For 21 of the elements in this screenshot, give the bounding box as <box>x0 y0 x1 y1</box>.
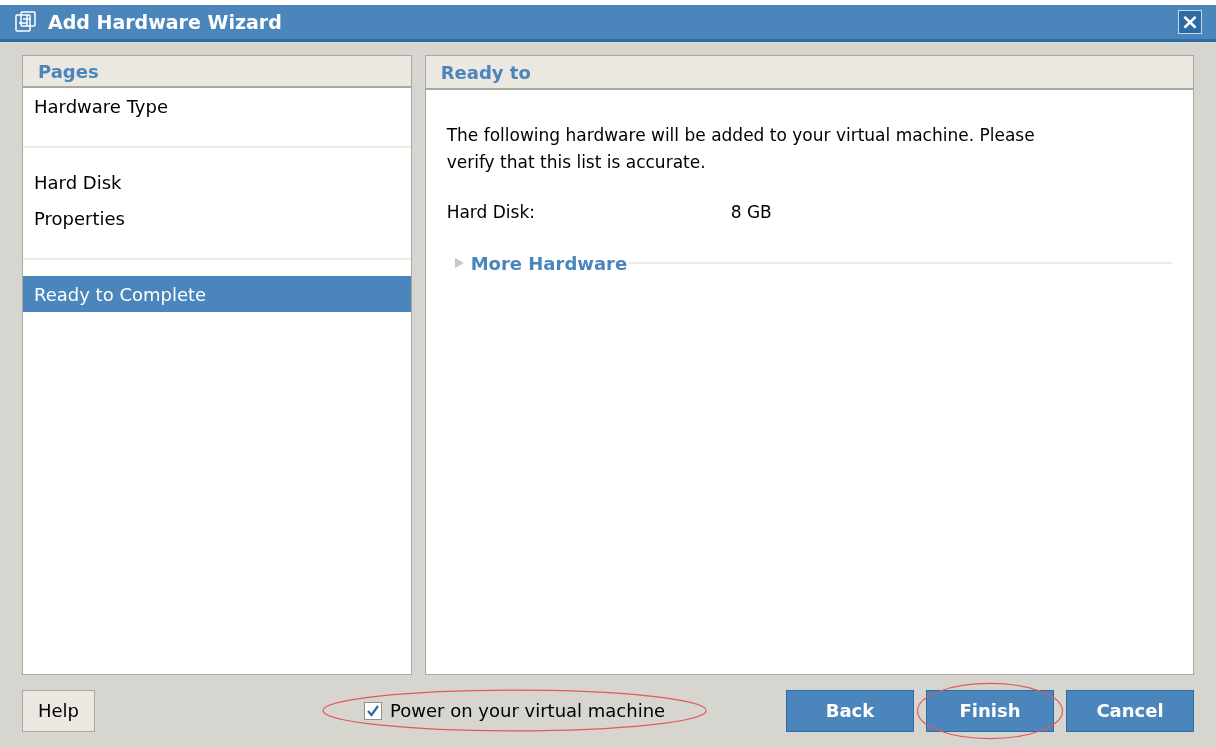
page-item[interactable]: Properties <box>23 200 411 236</box>
page-item[interactable]: Ready to Complete <box>23 276 411 312</box>
dialog-button[interactable]: Cancel <box>1066 689 1194 732</box>
more-hardware-toggle[interactable]: More Hardware <box>452 249 628 277</box>
window-icon <box>14 10 38 34</box>
page-item[interactable]: Hardware Type <box>23 88 411 124</box>
checkmark-icon <box>366 703 381 718</box>
power-on-label: Power on your virtual machine <box>390 699 666 723</box>
pages-heading: Pages <box>38 60 99 84</box>
checkbox[interactable] <box>364 701 383 720</box>
hardware-label: Hard Disk: <box>446 201 536 224</box>
window-title: Add Hardware Wizard <box>48 9 283 35</box>
dialog-button[interactable]: Finish <box>926 689 1054 732</box>
hardware-value: 8 GB <box>730 201 772 224</box>
intro-text: The following hardware will be added to your virtual machine. Please verify that this list is accurate. <box>446 124 1036 174</box>
close-button[interactable]: × <box>1178 10 1202 34</box>
help-button[interactable]: Help <box>22 689 96 732</box>
content-heading: Ready to <box>440 60 531 85</box>
expander-icon <box>452 257 465 269</box>
page-item[interactable]: Hard Disk <box>23 164 411 200</box>
dialog-button[interactable]: Back <box>786 689 914 732</box>
